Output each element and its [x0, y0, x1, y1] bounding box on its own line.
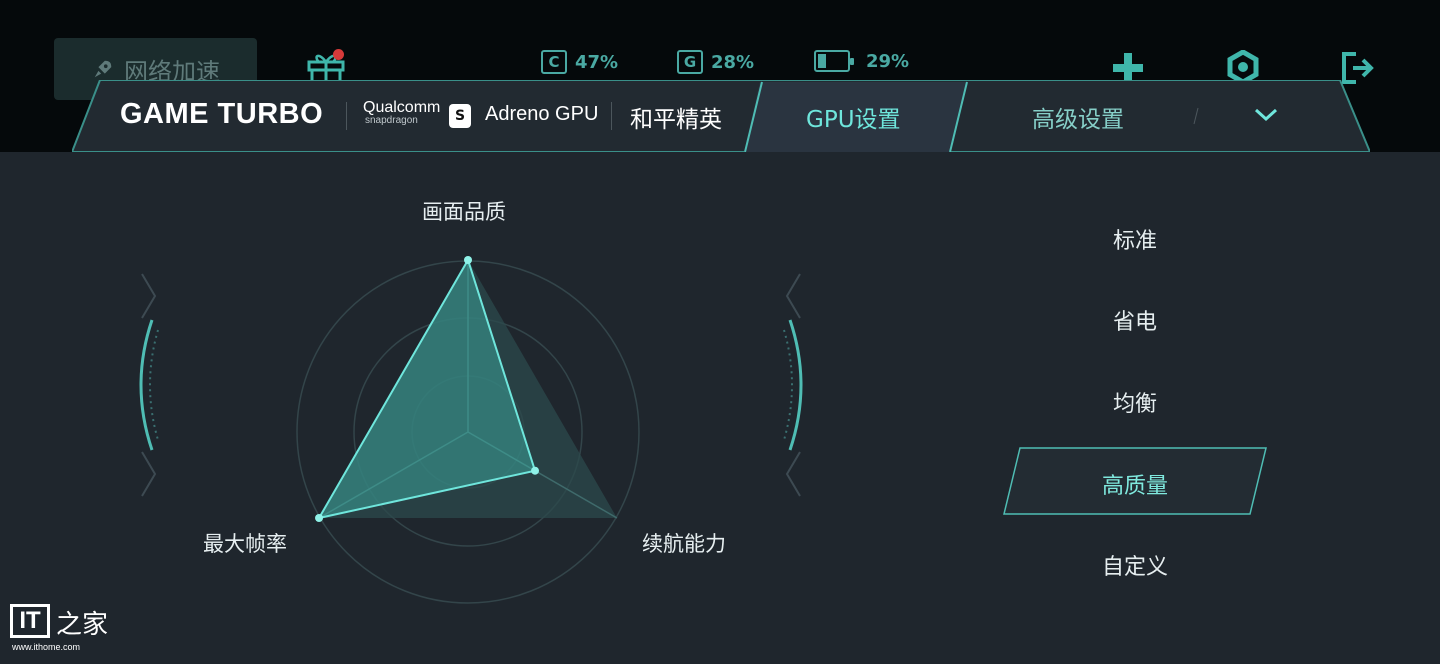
divider	[611, 102, 612, 130]
axis-label-max-fps: 最大帧率	[203, 532, 287, 556]
gpu-icon: G	[677, 50, 703, 74]
snapdragon-icon: S	[449, 104, 471, 128]
game-name: 和平精英	[630, 107, 722, 133]
battery-icon	[814, 50, 854, 72]
watermark-url: www.ithome.com	[12, 642, 81, 652]
gpu-name: Adreno GPU	[485, 103, 599, 125]
radar-value-point	[315, 514, 324, 522]
notification-dot	[333, 49, 344, 60]
preset-option-balanced[interactable]: 均衡	[1010, 386, 1260, 418]
gpu-usage: G 28%	[677, 50, 754, 74]
tab-gpu-settings[interactable]: GPU设置	[806, 100, 901, 134]
axis-label-quality: 画面品质	[422, 200, 506, 224]
right-bracket-decoration	[783, 273, 803, 497]
cpu-value: 47%	[575, 51, 619, 73]
game-turbo-logo: GAME TURBO	[120, 98, 324, 130]
radar-value-point	[531, 466, 540, 475]
battery-level-fill	[818, 54, 827, 68]
gpu-value: 28%	[711, 51, 755, 73]
chevron-down-icon[interactable]	[1253, 104, 1279, 126]
snapdragon-sub: snapdragon	[365, 115, 418, 126]
battery-status: 29%	[814, 50, 909, 72]
tab-advanced-settings[interactable]: 高级设置	[1032, 100, 1124, 134]
qualcomm-brand: Qualcomm	[363, 99, 441, 116]
rocket-icon	[94, 60, 112, 78]
battery-value: 29%	[866, 50, 910, 72]
qualcomm-logo: Qualcomm snapdragon	[363, 100, 440, 126]
cpu-usage: C 47%	[541, 50, 618, 74]
radar-value-point	[464, 256, 472, 264]
divider	[346, 102, 347, 130]
watermark-zh: 之家	[56, 610, 109, 640]
performance-radar-chart	[139, 256, 803, 604]
preset-option-standard[interactable]: 标准	[1010, 223, 1260, 255]
cpu-icon: C	[541, 50, 567, 74]
watermark-it: IT	[10, 604, 50, 638]
axis-label-battery-life: 续航能力	[642, 532, 726, 556]
ithome-watermark: IT 之家 www.ithome.com	[10, 604, 109, 652]
preset-option-custom[interactable]: 自定义	[1010, 549, 1260, 581]
left-bracket-decoration	[139, 273, 159, 497]
preset-option-high-quality[interactable]: 高质量	[1010, 468, 1260, 500]
preset-option-power-saving[interactable]: 省电	[1010, 304, 1260, 336]
